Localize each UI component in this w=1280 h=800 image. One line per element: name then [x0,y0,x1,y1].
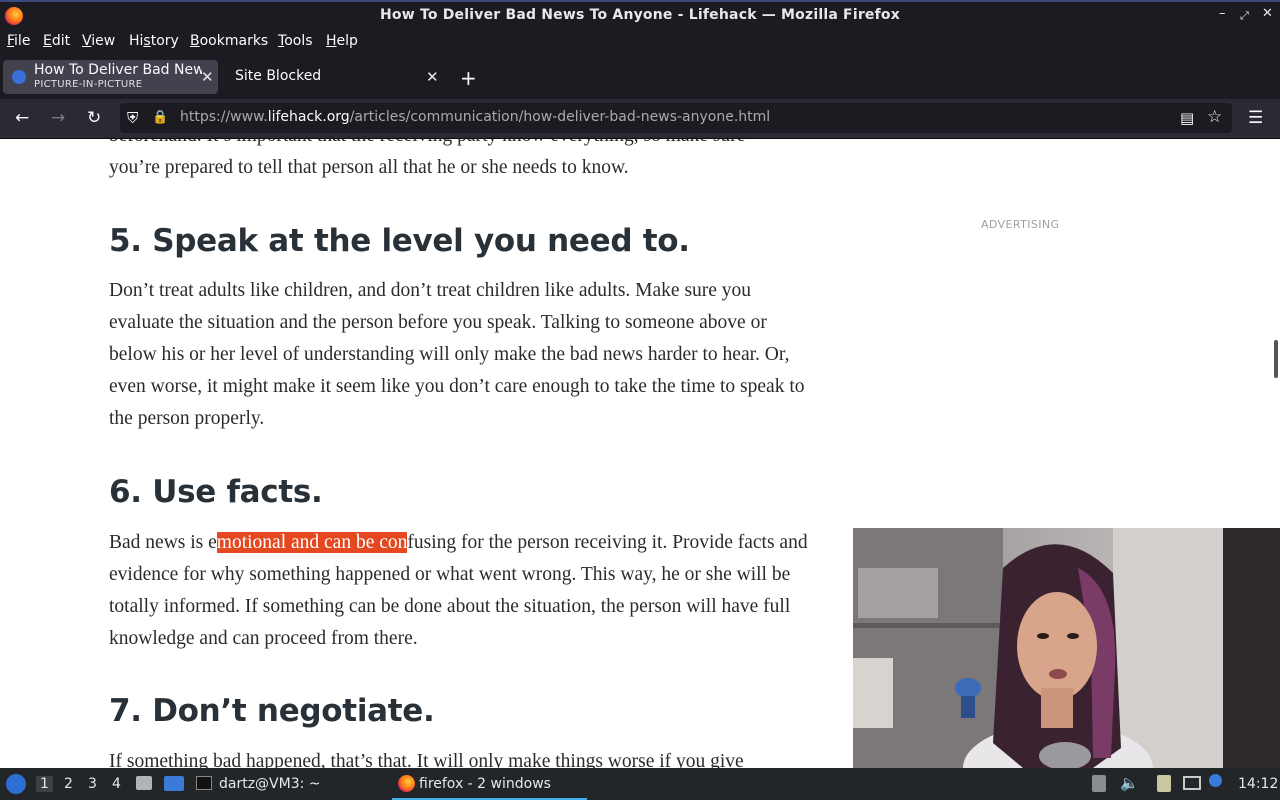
taskbar-terminal[interactable]: dartz@VM3: ~ [219,776,321,792]
bookmark-star-icon[interactable]: ☆ [1207,107,1222,127]
close-window-icon[interactable]: ✕ [1262,6,1273,21]
navigation-bar: ← → ↻ ⛨ 🔒 https://www.lifehack.org/artic… [0,99,1280,139]
firefox-taskbar-icon [398,775,415,792]
menu-bar: File Edit View History Bookmarks Tools H… [0,29,1280,55]
taskbar-firefox[interactable]: firefox - 2 windows [392,768,587,800]
heading-7: 7. Don’t negotiate. [109,693,435,729]
pip-video-window[interactable] [853,528,1280,768]
clock[interactable]: 14:12 [1238,776,1278,792]
tab-favicon-icon [12,70,26,84]
workspace-3[interactable]: 3 [88,776,97,792]
shield-icon[interactable]: ⛨ [127,109,138,127]
window-titlebar[interactable]: How To Deliver Bad News To Anyone - Life… [0,0,1280,29]
tab-title: Site Blocked [235,68,322,84]
menu-bookmarks[interactable]: Bookmarks [190,33,268,49]
back-arrow-icon[interactable]: ← [15,108,29,128]
tab-bar: How To Deliver Bad News To Anyone - Life… [0,55,1280,99]
video-frame [853,528,1280,768]
paragraph-6: Bad news is emotional and can be confusi… [109,532,808,649]
file-manager-icon[interactable] [136,776,152,790]
volume-icon[interactable]: 🔈 [1120,774,1139,792]
reader-view-icon[interactable]: ▤ [1180,109,1194,127]
terminal-icon [196,776,212,790]
heading-5: 5. Speak at the level you need to. [109,223,690,259]
menu-tools[interactable]: Tools [278,33,313,49]
paragraph-5: Don’t treat adults like children, and do… [109,280,805,429]
tab-close-icon[interactable]: ✕ [201,68,214,86]
workspace-2[interactable]: 2 [64,776,73,792]
paragraph-fragment: beforehand. It’s important that the rece… [109,139,745,178]
menu-edit[interactable]: Edit [43,33,70,49]
hamburger-menu-icon[interactable]: ☰ [1248,108,1263,128]
workspace-4[interactable]: 4 [112,776,121,792]
window-title: How To Deliver Bad News To Anyone - Life… [380,7,900,23]
scrollbar-thumb[interactable] [1274,340,1278,378]
new-tab-button[interactable]: + [460,66,477,90]
tab-lifehack[interactable]: How To Deliver Bad News To Anyone - Life… [3,60,218,94]
show-desktop-icon[interactable] [164,776,184,791]
minimize-icon[interactable]: – [1219,6,1226,21]
restore-icon[interactable]: ⤢ [1240,9,1249,23]
heading-6: 6. Use facts. [109,474,323,510]
menu-history[interactable]: History [129,33,179,49]
forward-arrow-icon[interactable]: → [51,108,65,128]
tab-close-icon[interactable]: ✕ [426,68,439,86]
taskbar: 1 2 3 4 dartz@VM3: ~ firefox - 2 windows… [0,768,1280,800]
lock-icon[interactable]: 🔒 [152,110,168,125]
url-bar[interactable]: ⛨ 🔒 https://www.lifehack.org/articles/co… [120,103,1232,133]
clipboard-icon[interactable] [1092,775,1106,792]
text-selection: motional and can be con [216,532,408,553]
menu-file[interactable]: File [7,33,30,49]
advertising-label: ADVERTISING [981,218,1060,231]
workspace-1[interactable]: 1 [36,776,53,792]
url-text[interactable]: https://www.lifehack.org/articles/commun… [180,109,770,125]
paragraph-7: If something bad happened, that’s that. … [109,751,744,768]
menu-help[interactable]: Help [326,33,358,49]
tab-site-blocked[interactable]: Site Blocked ✕ [222,60,447,94]
network-icon[interactable] [1183,776,1201,790]
notes-icon[interactable] [1157,775,1171,792]
menu-view[interactable]: View [82,33,115,49]
tab-title: How To Deliver Bad News To Anyone - Life… [34,62,202,78]
reload-icon[interactable]: ↻ [87,108,101,128]
app-menu-icon[interactable] [6,774,26,794]
tab-pip-label: PICTURE-IN-PICTURE [34,79,143,90]
notification-icon[interactable] [1209,774,1222,787]
